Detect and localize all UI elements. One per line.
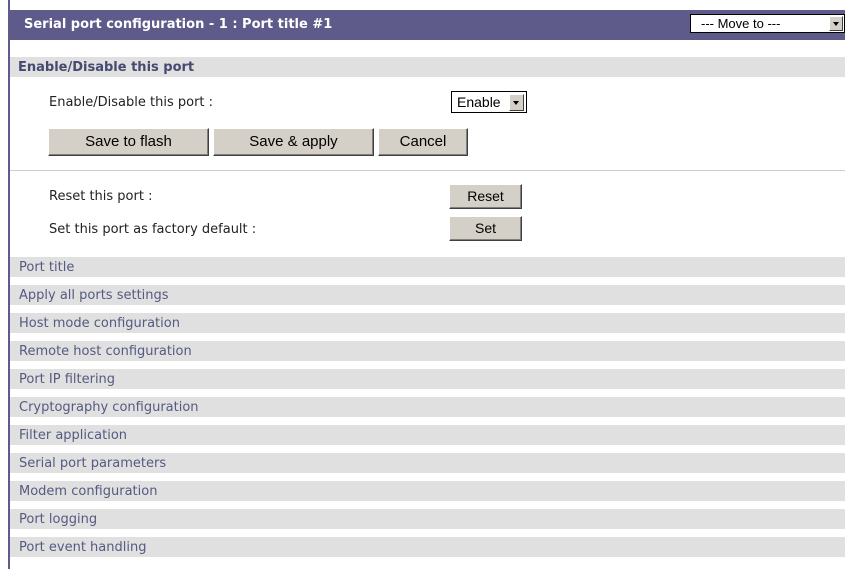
link-label: Modem configuration bbox=[19, 484, 158, 499]
enable-disable-value: Enable bbox=[457, 94, 501, 110]
enable-dropdown-button[interactable] bbox=[509, 94, 524, 111]
save-to-flash-button[interactable]: Save to flash bbox=[48, 128, 209, 156]
link-port-title[interactable]: Port title bbox=[10, 257, 845, 277]
move-to-select[interactable]: --- Move to --- bbox=[690, 14, 845, 33]
link-cryptography[interactable]: Cryptography configuration bbox=[10, 397, 845, 417]
link-port-ip-filtering[interactable]: Port IP filtering bbox=[10, 369, 845, 389]
chevron-down-icon bbox=[833, 22, 839, 26]
cancel-button[interactable]: Cancel bbox=[378, 128, 468, 156]
save-and-apply-button[interactable]: Save & apply bbox=[213, 128, 374, 156]
link-label: Filter application bbox=[19, 428, 128, 443]
link-label: Apply all ports settings bbox=[19, 288, 169, 303]
page-title: Serial port configuration - 1 : Port tit… bbox=[24, 17, 333, 32]
set-default-button[interactable]: Set bbox=[449, 216, 522, 241]
enable-section-title: Enable/Disable this port bbox=[18, 60, 195, 75]
enable-disable-label: Enable/Disable this port : bbox=[49, 95, 214, 110]
link-label: Serial port parameters bbox=[19, 456, 167, 471]
enable-disable-select[interactable]: Enable bbox=[451, 91, 527, 113]
enable-section-header: Enable/Disable this port bbox=[10, 57, 845, 77]
link-serial-port-parameters[interactable]: Serial port parameters bbox=[10, 453, 845, 473]
page-content: Serial port configuration - 1 : Port tit… bbox=[10, 0, 845, 569]
link-label: Host mode configuration bbox=[19, 316, 180, 331]
reset-button[interactable]: Reset bbox=[449, 184, 522, 209]
move-to-value: --- Move to --- bbox=[701, 16, 781, 31]
link-apply-all-ports[interactable]: Apply all ports settings bbox=[10, 285, 845, 305]
link-host-mode[interactable]: Host mode configuration bbox=[10, 313, 845, 333]
chevron-down-icon bbox=[513, 101, 519, 105]
link-port-event-handling[interactable]: Port event handling bbox=[10, 537, 845, 557]
link-label: Remote host configuration bbox=[19, 344, 192, 359]
link-label: Cryptography configuration bbox=[19, 400, 199, 415]
section-divider bbox=[10, 170, 845, 171]
page-header: Serial port configuration - 1 : Port tit… bbox=[10, 10, 845, 40]
link-remote-host[interactable]: Remote host configuration bbox=[10, 341, 845, 361]
move-to-dropdown-button[interactable] bbox=[829, 16, 843, 31]
link-modem-configuration[interactable]: Modem configuration bbox=[10, 481, 845, 501]
link-label: Port event handling bbox=[19, 540, 147, 555]
link-port-logging[interactable]: Port logging bbox=[10, 509, 845, 529]
link-filter-application[interactable]: Filter application bbox=[10, 425, 845, 445]
reset-port-label: Reset this port : bbox=[49, 189, 153, 204]
link-label: Port IP filtering bbox=[19, 372, 116, 387]
link-label: Port logging bbox=[19, 512, 98, 527]
link-label: Port title bbox=[19, 260, 75, 275]
factory-default-label: Set this port as factory default : bbox=[49, 222, 257, 237]
